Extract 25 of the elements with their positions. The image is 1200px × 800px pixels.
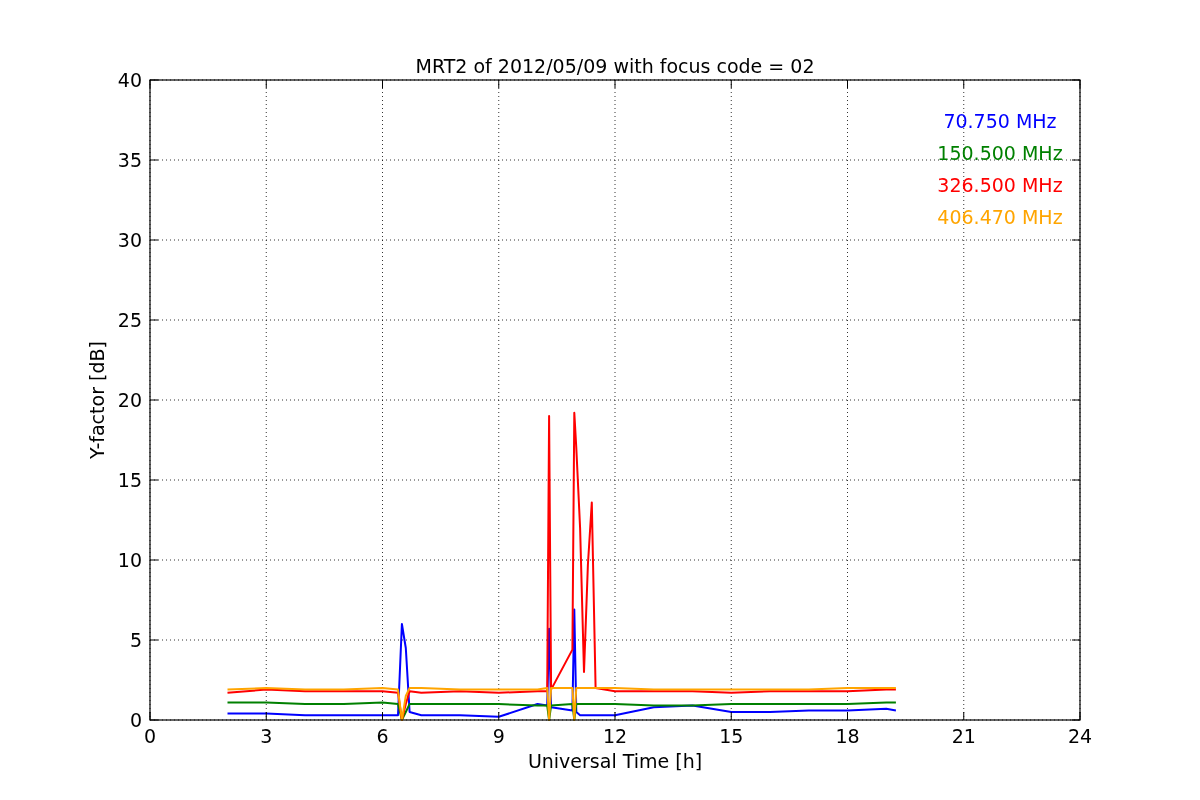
tick-label: 0	[143, 725, 157, 747]
legend-label: 406.470 MHz	[937, 206, 1063, 228]
chart-title: MRT2 of 2012/05/09 with focus code = 02	[415, 55, 815, 77]
tick-label: 15	[117, 469, 142, 491]
tick-label: 30	[117, 229, 142, 251]
axis-label: Y-factor [dB]	[86, 341, 108, 459]
tick-label: 40	[117, 69, 142, 91]
tick-label: 6	[376, 725, 389, 747]
legend-label: 326.500 MHz	[937, 174, 1063, 196]
tick-label: 10	[117, 549, 142, 571]
tick-label: 25	[117, 309, 142, 331]
tick-label: 35	[117, 149, 142, 171]
tick-label: 21	[951, 725, 976, 747]
tick-label: 0	[129, 709, 142, 731]
tick-label: 3	[260, 725, 273, 747]
axis-label: Universal Time [h]	[527, 750, 703, 772]
tick-label: 15	[719, 725, 744, 747]
legend-label: 150.500 MHz	[937, 142, 1063, 164]
legend-label: 70.750 MHz	[943, 110, 1057, 132]
tick-label: 5	[129, 629, 142, 651]
tick-label: 12	[602, 725, 628, 747]
tick-label: 20	[117, 389, 142, 411]
tick-label: 9	[492, 725, 505, 747]
tick-label: 24	[1067, 725, 1093, 747]
tick-label: 18	[835, 725, 860, 747]
